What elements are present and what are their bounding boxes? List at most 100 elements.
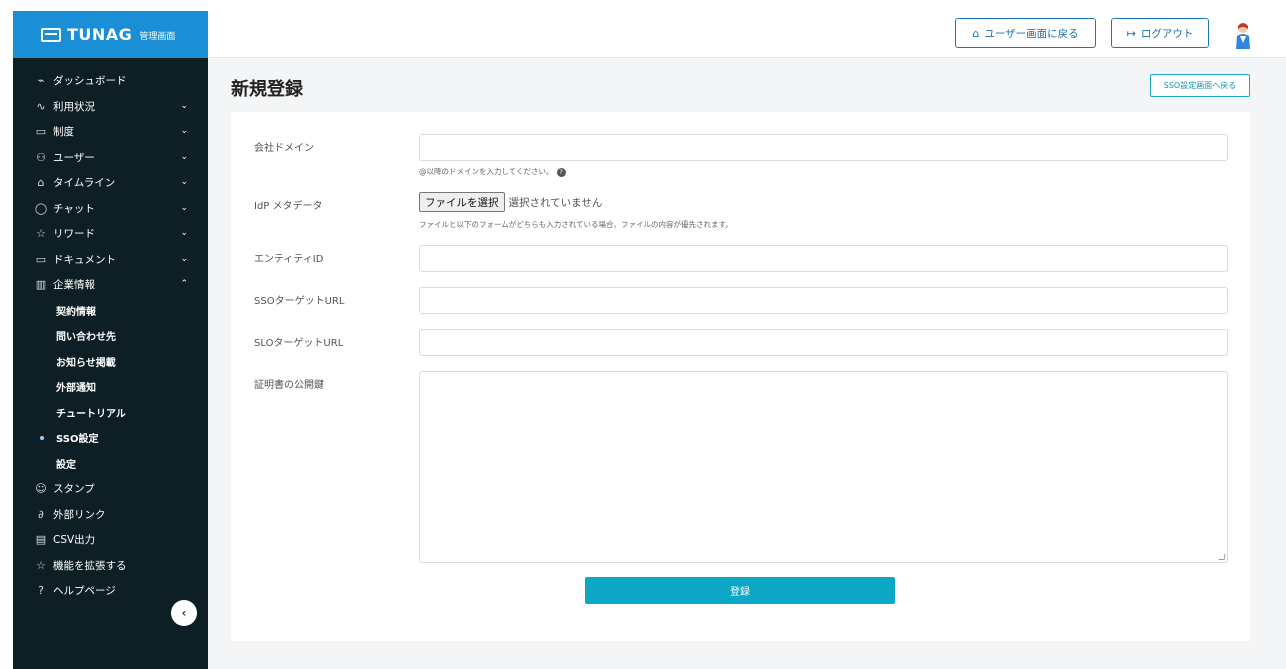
sso-url-label: SSOターゲットURL [254,296,345,307]
sidebar-item-users[interactable]: ⚇ ユーザー ⌄ [13,145,208,171]
sso-settings-back-button[interactable]: SSO設定画面へ戻る [1150,74,1250,97]
cert-label: 証明書の公開鍵 [254,380,324,391]
sidebar-item-label: 制度 [53,126,74,139]
chevron-down-icon: ⌄ [180,100,188,111]
brand-header[interactable]: TUNAG 管理画面 [13,11,208,58]
register-button[interactable]: 登録 [585,577,895,604]
sidebar-item-csv-export[interactable]: ▤ CSV出力 [13,527,208,553]
sidebar-item-usage[interactable]: ∿ 利用状況 ⌄ [13,94,208,120]
help-icon: ? [38,584,44,598]
question-icon[interactable]: ? [556,167,566,177]
logout-button[interactable]: ↦ ログアウト [1111,18,1209,48]
logout-icon: ↦ [1126,26,1136,40]
brand-name: TUNAG [67,25,133,44]
sidebar-item-label: 機能を拡張する [53,559,127,572]
sidebar-nav: ⌁ ダッシュボード ∿ 利用状況 ⌄ ▭ 制度 ⌄ ⚇ ユーザー ⌄ ⌂ タイム… [13,58,208,604]
chevron-down-icon: ⌄ [180,253,188,264]
avatar[interactable] [1230,21,1254,49]
sidebar-item-dashboard[interactable]: ⌁ ダッシュボード [13,68,208,94]
activity-icon: ∿ [36,99,46,113]
sidebar-collapse-button[interactable]: ‹ [171,600,197,626]
chevron-down-icon: ⌄ [180,202,188,213]
sidebar-subitem-sso[interactable]: SSO設定 [13,425,208,451]
sidebar-item-stamps[interactable]: ☺ スタンプ [13,476,208,502]
logout-label: ログアウト [1140,27,1194,40]
sidebar: TUNAG 管理画面 ⌁ ダッシュボード ∿ 利用状況 ⌄ ▭ 制度 ⌄ ⚇ ユ… [13,11,208,669]
link-icon: ∂ [38,507,44,521]
chat-icon: ◯ [34,201,48,215]
chevron-down-icon: ⌄ [180,126,188,136]
top-header: ⌂ ユーザー画面に戻る ↦ ログアウト [208,11,1286,58]
entity-id-label: エンティティID [254,254,324,265]
back-to-user-label: ユーザー画面に戻る [984,27,1079,40]
dashboard-icon: ⌁ [37,74,45,88]
entity-id-input[interactable] [419,245,1228,272]
sidebar-subitem-label: 契約情報 [56,306,96,318]
resize-handle-icon[interactable] [1218,554,1226,560]
folder-icon: ▭ [35,252,47,266]
sso-url-input[interactable] [419,287,1228,314]
file-status: 選択されていません [508,196,603,209]
sidebar-item-label: チャット [53,202,95,215]
company-domain-input[interactable] [419,134,1228,161]
choose-file-button[interactable]: ファイルを選択 [419,192,505,212]
idp-metadata-label: IdP メタデータ [254,201,323,212]
sidebar-subitem-label: SSO設定 [56,434,99,446]
sidebar-item-external-links[interactable]: ∂ 外部リンク [13,502,208,528]
sidebar-item-label: 企業情報 [53,279,95,292]
sidebar-subitem-contract[interactable]: 契約情報 [13,298,208,324]
sidebar-subitem-contact[interactable]: 問い合わせ先 [13,323,208,349]
sidebar-item-label: スタンプ [53,483,95,496]
sidebar-item-extensions[interactable]: ☆ 機能を拡張する [13,553,208,579]
chevron-down-icon: ⌄ [180,228,188,238]
home-icon: ⌂ [37,176,45,190]
book-icon: ▭ [35,125,47,139]
chevron-up-icon: ⌃ [180,279,188,289]
brand-subtitle: 管理画面 [139,32,176,42]
sidebar-item-system[interactable]: ▭ 制度 ⌄ [13,119,208,145]
users-icon: ⚇ [36,150,46,164]
sidebar-subitem-settings[interactable]: 設定 [13,451,208,477]
sidebar-item-timeline[interactable]: ⌂ タイムライン ⌄ [13,170,208,196]
table-icon: ▤ [35,533,47,547]
sidebar-item-label: CSV出力 [53,534,96,547]
smile-icon: ☺ [35,482,47,496]
file-help: ファイルと以下のフォームがどちらも入力されている場合、ファイルの内容が優先されま… [419,220,733,229]
star-icon: ☆ [36,227,46,241]
sidebar-item-label: タイムライン [53,177,116,190]
sidebar-item-chat[interactable]: ◯ チャット ⌄ [13,196,208,222]
sidebar-item-reward[interactable]: ☆ リワード ⌄ [13,221,208,247]
sidebar-subitem-label: お知らせ掲載 [56,357,116,369]
sidebar-item-label: 利用状況 [53,100,95,113]
cert-textarea[interactable] [419,371,1228,563]
back-to-user-button[interactable]: ⌂ ユーザー画面に戻る [955,18,1096,48]
sidebar-subitem-label: 設定 [56,459,76,471]
sidebar-subitem-notice[interactable]: お知らせ掲載 [13,349,208,375]
home-icon: ⌂ [972,26,980,40]
sidebar-item-label: 外部リンク [53,508,106,521]
building-icon: ▥ [35,278,47,292]
sidebar-item-company-info[interactable]: ▥ 企業情報 ⌃ [13,272,208,298]
sidebar-subitem-external-notify[interactable]: 外部通知 [13,374,208,400]
main-content: 新規登録 SSO設定画面へ戻る 会社ドメイン @以降のドメインを入力してください… [208,58,1286,669]
sidebar-subitem-label: 問い合わせ先 [56,332,116,344]
page-title: 新規登録 [231,79,303,100]
company-domain-label: 会社ドメイン [254,143,314,154]
chevron-down-icon: ⌄ [180,151,188,162]
slo-url-input[interactable] [419,329,1228,356]
tunag-logo-icon [41,27,61,42]
extension-icon: ☆ [36,558,46,572]
sidebar-item-label: リワード [53,228,95,241]
chevron-left-icon: ‹ [181,606,187,620]
sidebar-subitem-label: チュートリアル [56,408,126,420]
sidebar-subitem-label: 外部通知 [56,383,96,395]
sidebar-item-help[interactable]: ? ヘルプページ [13,578,208,604]
sidebar-subitem-tutorial[interactable]: チュートリアル [13,400,208,426]
registration-form: 会社ドメイン @以降のドメインを入力してください。? IdP メタデータ ファイ… [231,112,1250,641]
company-domain-help: @以降のドメインを入力してください。? [419,166,566,177]
sidebar-item-documents[interactable]: ▭ ドキュメント ⌄ [13,247,208,273]
sidebar-item-label: ドキュメント [53,253,116,266]
idp-metadata-file-picker: ファイルを選択 選択されていません [419,192,602,212]
slo-url-label: SLOターゲットURL [254,338,344,349]
sidebar-item-label: ダッシュボード [53,75,127,88]
